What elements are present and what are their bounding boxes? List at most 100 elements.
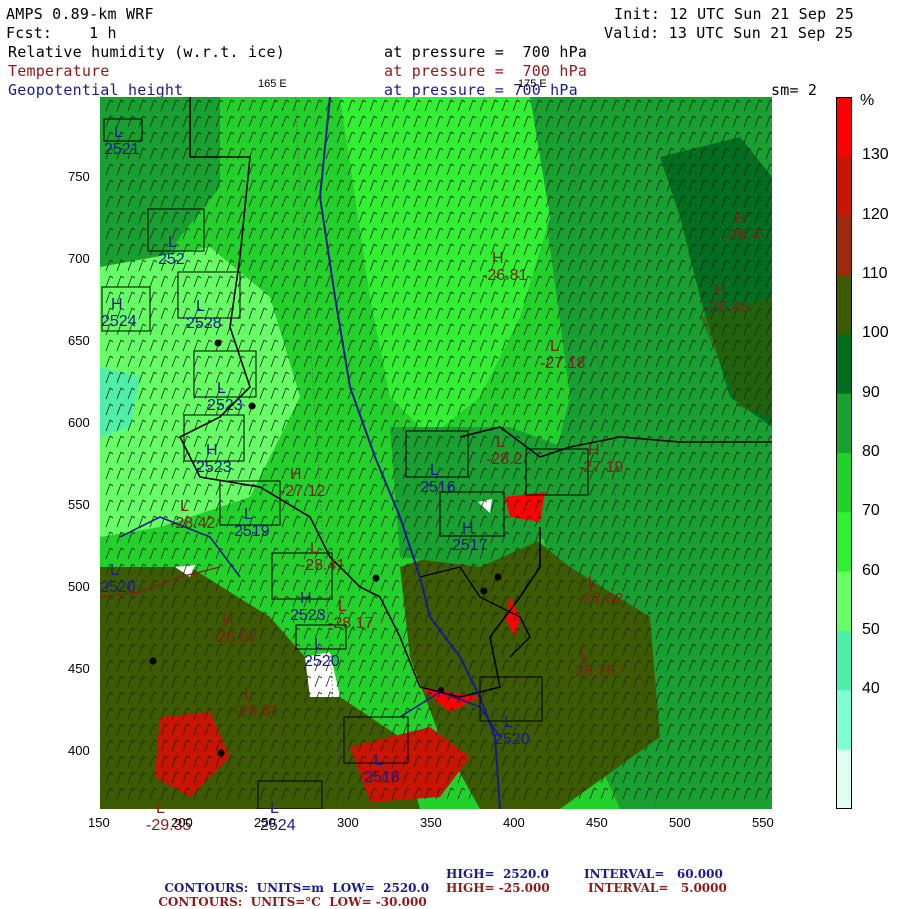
extrema-value: 2517 — [452, 537, 488, 554]
y-tick-label: 500 — [68, 579, 90, 594]
y-tick-label: 600 — [68, 415, 90, 430]
height-extrema-label: H 2524 — [101, 296, 137, 330]
field2-name: Temperature — [8, 62, 110, 80]
extrema-value: -26.75 — [570, 663, 616, 680]
field1-name: Relative humidity (w.r.t. ice) — [8, 43, 285, 61]
temperature-extrema-label: L -29.81 — [234, 686, 279, 720]
extrema-value: 2521 — [104, 141, 140, 158]
extrema-mark: L — [580, 646, 589, 663]
extrema-mark: H — [300, 590, 312, 607]
extrema-mark: L — [314, 636, 323, 653]
height-extrema-label: H 2523 — [196, 442, 232, 476]
valid-time: Valid: 13 UTC Sun 21 Sep 25 — [604, 24, 854, 42]
x-tick-label: 550 — [752, 815, 774, 830]
extrema-mark: L — [338, 598, 347, 615]
extrema-value: -28.2 — [486, 451, 523, 468]
temperature-extrema-label: L -28.17 — [328, 598, 373, 632]
temperature-extrema-label: L -28.41 — [300, 540, 345, 574]
temperature-extrema-label: H -27.19 — [578, 442, 623, 476]
x-tick-label: 250 — [254, 815, 276, 830]
temperature-extrema-label: H -26.67 — [212, 612, 257, 646]
temperature-extrema-label: H -26.45 — [704, 282, 749, 316]
extrema-mark: L — [504, 714, 513, 731]
extrema-value: -27.19 — [578, 459, 624, 476]
x-tick-label: 150 — [88, 815, 110, 830]
colorbar — [836, 97, 852, 809]
y-tick-label: 450 — [68, 661, 90, 676]
extrema-value: -27.18 — [540, 355, 586, 372]
extrema-mark: H — [462, 520, 474, 537]
height-extrema-label: L 2521 — [104, 124, 140, 158]
temperature-extrema-label: L -28.42 — [170, 498, 215, 532]
footer-temp-contours: CONTOURS: UNITS=°C LOW= -30.000 — [150, 881, 426, 909]
x-tick-label: 400 — [503, 815, 525, 830]
extrema-value: 2523 — [196, 459, 232, 476]
extrema-mark: L — [310, 540, 319, 557]
colorbar-segment — [836, 97, 852, 157]
smoothing-label: sm= 2 — [771, 81, 818, 99]
extrema-value: -26.45 — [704, 299, 750, 316]
extrema-value: -29.81 — [234, 703, 280, 720]
height-extrema-label: L 2523 — [207, 380, 243, 414]
height-extrema-label: H 2523 — [290, 590, 326, 624]
height-extrema-label: L 2518 — [364, 752, 400, 786]
extrema-value: -28.41 — [300, 557, 346, 574]
colorbar-tick-label: 80 — [862, 443, 880, 460]
extrema-mark: L — [114, 124, 123, 141]
colorbar-tick-label: 90 — [862, 383, 880, 401]
extrema-value: -26.4 — [724, 227, 761, 244]
colorbar-tick-label: 40 — [862, 680, 880, 698]
height-extrema-label: L 2516 — [420, 462, 456, 496]
temperature-extrema-label: L -27.62 — [578, 574, 623, 608]
y-tick-label: 750 — [68, 169, 90, 184]
y-tick-label: 400 — [68, 743, 90, 758]
colorbar-segment — [836, 749, 852, 809]
x-tick-label: 200 — [171, 815, 193, 830]
extrema-mark: H — [222, 612, 234, 629]
longitude-label-165e: 165 E — [258, 78, 287, 90]
colorbar-segment — [836, 512, 852, 573]
extrema-value: 2528 — [186, 315, 222, 332]
field2-level: at pressure = 700 hPa — [384, 62, 588, 80]
extrema-value: -27.12 — [280, 483, 326, 500]
colorbar-segment — [836, 334, 852, 395]
colorbar-unit: % — [860, 92, 875, 109]
extrema-mark: L — [496, 434, 505, 451]
extrema-value: 2520 — [100, 579, 136, 596]
colorbar-segment — [836, 393, 852, 454]
colorbar-tick-label: 130 — [862, 146, 889, 164]
colorbar-segment — [836, 690, 852, 751]
extrema-mark: L — [180, 498, 189, 515]
extrema-mark: L — [110, 562, 119, 579]
extrema-value: 2523 — [207, 397, 243, 414]
extrema-mark: L — [244, 506, 253, 523]
extrema-value: 2518 — [364, 769, 400, 786]
extrema-mark: L — [550, 338, 559, 355]
colorbar-tick-label: 120 — [862, 205, 889, 223]
extrema-mark: L — [588, 574, 597, 591]
extrema-mark: L — [217, 380, 226, 397]
height-extrema-label: L 2519 — [234, 506, 270, 540]
extrema-value: -26.67 — [212, 629, 258, 646]
y-tick-label: 700 — [68, 251, 90, 266]
x-tick-label: 500 — [669, 815, 691, 830]
extrema-mark: L — [430, 462, 439, 479]
extrema-mark: H — [492, 250, 504, 267]
height-extrema-label: L 2520 — [304, 636, 340, 670]
temperature-extrema-label: L -28.2 — [486, 434, 522, 468]
colorbar-segment — [836, 156, 852, 217]
colorbar-segment — [836, 275, 852, 335]
extrema-value: -27.62 — [578, 591, 624, 608]
extrema-mark: H — [111, 296, 123, 313]
colorbar-tick-label: 70 — [862, 502, 880, 520]
extrema-value: -28.17 — [328, 615, 374, 632]
temperature-extrema-label: L -26.75 — [570, 646, 615, 680]
footer-temp-high: HIGH= -25.000 — [446, 881, 550, 895]
y-tick-label: 650 — [68, 333, 90, 348]
extrema-mark: L — [168, 234, 177, 251]
longitude-label-175e: 175 E — [518, 78, 547, 90]
colorbar-tick-label: 110 — [862, 265, 888, 282]
extrema-value: -26.81 — [482, 267, 528, 284]
extrema-mark: H — [734, 210, 746, 227]
extrema-value: 2520 — [304, 653, 340, 670]
